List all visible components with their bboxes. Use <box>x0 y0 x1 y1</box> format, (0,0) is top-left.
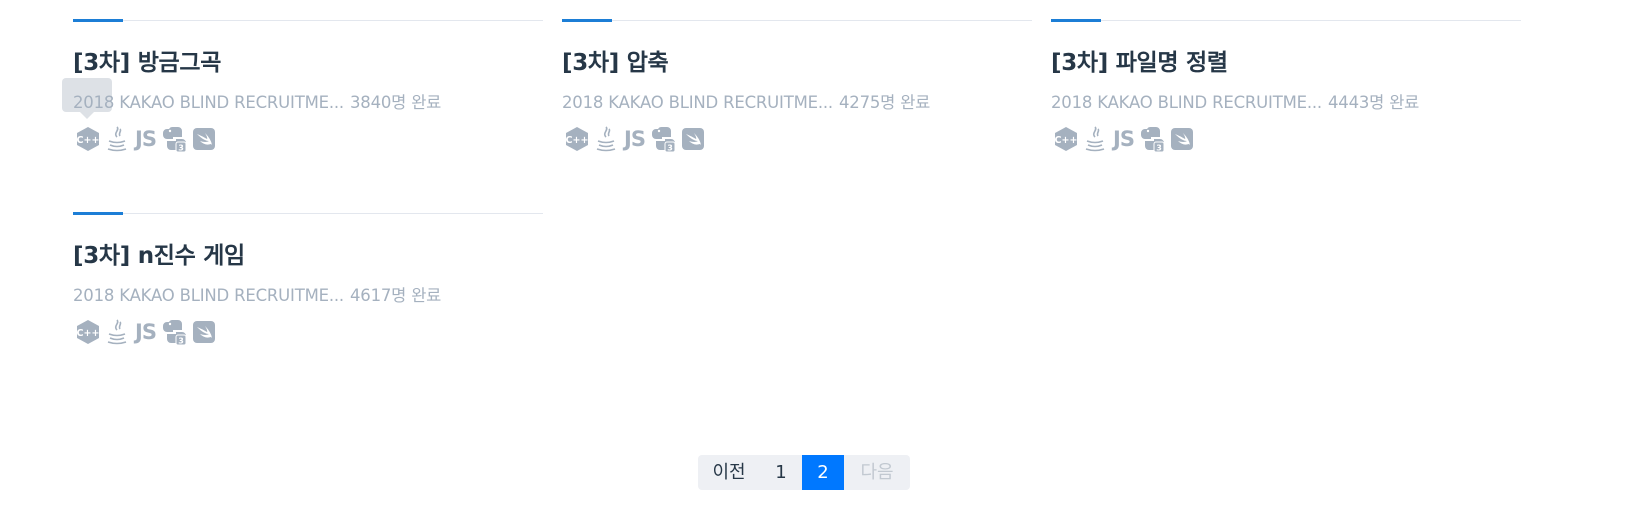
swift-icon[interactable] <box>189 125 218 153</box>
completion-count: 4443명 완료 <box>1327 93 1420 112</box>
challenge-source: 2018 KAKAO BLIND RECRUITME... <box>562 93 833 112</box>
challenge-meta: 2018 KAKAO BLIND RECRUITME... 4617명 완료 <box>73 282 543 306</box>
svg-text:3: 3 <box>667 144 673 153</box>
challenge-source: 2018 KAKAO BLIND RECRUITME... <box>73 286 344 305</box>
page-button-2[interactable]: 2 <box>802 455 844 490</box>
challenge-title[interactable]: [3차] n진수 게임 <box>73 236 543 270</box>
card-divider <box>1051 19 1521 22</box>
page-button-1[interactable]: 1 <box>760 455 802 490</box>
svg-text:C++: C++ <box>1054 135 1077 146</box>
javascript-icon[interactable]: JS <box>131 318 160 346</box>
challenge-card[interactable]: [3차] 압축 2018 KAKAO BLIND RECRUITME... 427… <box>562 19 1032 153</box>
challenge-meta: 2018 KAKAO BLIND RECRUITME... 4443명 완료 <box>1051 89 1521 113</box>
language-icons: C++ JS 3 <box>562 125 1032 153</box>
svg-text:3: 3 <box>178 144 184 153</box>
svg-text:C++: C++ <box>565 135 588 146</box>
card-divider <box>562 19 1032 22</box>
card-divider <box>73 19 543 22</box>
card-divider <box>73 212 543 215</box>
challenge-title[interactable]: [3차] 압축 <box>562 43 1032 77</box>
challenge-card[interactable]: [3차] n진수 게임 2018 KAKAO BLIND RECRUITME..… <box>73 212 543 346</box>
python3-icon[interactable]: 3 <box>160 125 189 153</box>
completion-count: 3840명 완료 <box>349 93 442 112</box>
javascript-icon[interactable]: JS <box>131 125 160 153</box>
completion-count: 4617명 완료 <box>349 286 442 305</box>
cpp-icon[interactable]: C++ <box>73 125 102 153</box>
challenge-title[interactable]: [3차] 방금그곡 <box>73 43 543 77</box>
completion-count: 4275명 완료 <box>838 93 931 112</box>
challenge-source: 2018 KAKAO BLIND RECRUITME... <box>1051 93 1322 112</box>
swift-icon[interactable] <box>678 125 707 153</box>
cpp-icon[interactable]: C++ <box>562 125 591 153</box>
challenge-list: [3차] 방금그곡 2018 KAKAO BLIND RECRUITME... 3… <box>0 0 1645 506</box>
language-icons: C++ JS 3 <box>1051 125 1521 153</box>
challenge-meta: 2018 KAKAO BLIND RECRUITME... 4275명 완료 <box>562 89 1032 113</box>
language-icons: C++ JS 3 <box>73 125 543 153</box>
language-icons: C++ JS 3 <box>73 318 543 346</box>
java-icon[interactable] <box>591 125 620 153</box>
java-icon[interactable] <box>1080 125 1109 153</box>
java-icon[interactable] <box>102 318 131 346</box>
python3-icon[interactable]: 3 <box>160 318 189 346</box>
svg-text:C++: C++ <box>76 135 99 146</box>
swift-icon[interactable] <box>1167 125 1196 153</box>
javascript-icon[interactable]: JS <box>1109 125 1138 153</box>
card-accent-bar <box>1051 19 1101 22</box>
challenge-card[interactable]: [3차] 방금그곡 2018 KAKAO BLIND RECRUITME... 3… <box>62 19 543 153</box>
card-accent-bar <box>73 212 123 215</box>
card-accent-bar <box>562 19 612 22</box>
prev-page-button[interactable]: 이전 <box>698 455 760 490</box>
svg-text:3: 3 <box>178 337 184 346</box>
svg-text:3: 3 <box>1156 144 1162 153</box>
javascript-icon[interactable]: JS <box>620 125 649 153</box>
challenge-card[interactable]: [3차] 파일명 정렬 2018 KAKAO BLIND RECRUITME..… <box>1051 19 1521 153</box>
challenge-source: 2018 KAKAO BLIND RECRUITME... <box>73 93 344 112</box>
python3-icon[interactable]: 3 <box>1138 125 1167 153</box>
cpp-icon[interactable]: C++ <box>73 318 102 346</box>
next-page-button[interactable]: 다음 <box>844 455 910 490</box>
swift-icon[interactable] <box>189 318 218 346</box>
svg-text:C++: C++ <box>76 328 99 339</box>
python3-icon[interactable]: 3 <box>649 125 678 153</box>
pagination: 이전 1 2 다음 <box>698 455 910 490</box>
card-accent-bar <box>73 19 123 22</box>
challenge-title[interactable]: [3차] 파일명 정렬 <box>1051 43 1521 77</box>
challenge-meta: 2018 KAKAO BLIND RECRUITME... 3840명 완료 <box>73 89 543 113</box>
cpp-icon[interactable]: C++ <box>1051 125 1080 153</box>
java-icon[interactable] <box>102 125 131 153</box>
